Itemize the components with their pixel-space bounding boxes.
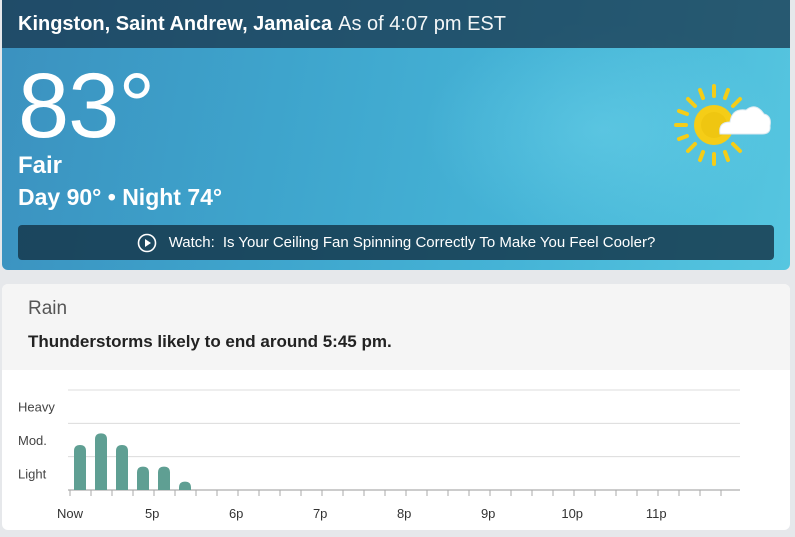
x-tick-label: 10p bbox=[561, 506, 583, 521]
x-tick-label: 11p bbox=[646, 506, 667, 521]
y-tick-label: Heavy bbox=[18, 400, 55, 415]
rain-title: Rain bbox=[28, 298, 68, 319]
x-tick-label: 5p bbox=[145, 506, 159, 521]
rain-intensity-chart: Light Mod. Heavy Now 5p 6p 7p 8p 9p 10p 11p bbox=[18, 389, 740, 521]
current-temperature: 83° bbox=[18, 55, 155, 157]
rain-bar bbox=[158, 466, 170, 490]
x-tick-label: 9p bbox=[481, 506, 495, 521]
condition-phrase: Fair bbox=[18, 152, 63, 179]
rain-bar bbox=[179, 481, 191, 490]
location-header: Kingston, Saint Andrew, Jamaica As of 4:… bbox=[2, 0, 790, 48]
rain-forecast-card: Rain Thunderstorms likely to end around … bbox=[2, 284, 790, 530]
current-conditions-card: Kingston, Saint Andrew, Jamaica As of 4:… bbox=[2, 0, 790, 270]
location-name[interactable]: Kingston, Saint Andrew, Jamaica bbox=[18, 13, 332, 36]
watch-label: Watch: bbox=[168, 234, 215, 251]
day-night-temperatures: Day 90° • Night 74° bbox=[18, 184, 223, 210]
rain-bar bbox=[116, 445, 128, 490]
x-tick-label: Now bbox=[57, 506, 84, 521]
play-circle-icon bbox=[137, 233, 157, 253]
y-tick-label: Mod. bbox=[18, 433, 47, 448]
x-tick-label: 7p bbox=[313, 506, 327, 521]
rain-bar bbox=[137, 466, 149, 490]
x-tick-label: 6p bbox=[229, 506, 243, 521]
rain-summary: Thunderstorms likely to end around 5:45 … bbox=[28, 332, 392, 351]
watch-video-banner[interactable]: Watch: Is Your Ceiling Fan Spinning Corr… bbox=[18, 225, 774, 260]
y-tick-label: Light bbox=[18, 466, 47, 481]
rain-card-header: Rain Thunderstorms likely to end around … bbox=[2, 284, 790, 370]
sun-behind-cloud-icon bbox=[674, 84, 771, 166]
as-of-timestamp: As of 4:07 pm EST bbox=[338, 12, 506, 35]
rain-bar bbox=[74, 445, 86, 490]
video-headline-link[interactable]: Is Your Ceiling Fan Spinning Correctly T… bbox=[223, 234, 655, 251]
rain-bar bbox=[95, 433, 107, 490]
x-tick-label: 8p bbox=[397, 506, 411, 521]
